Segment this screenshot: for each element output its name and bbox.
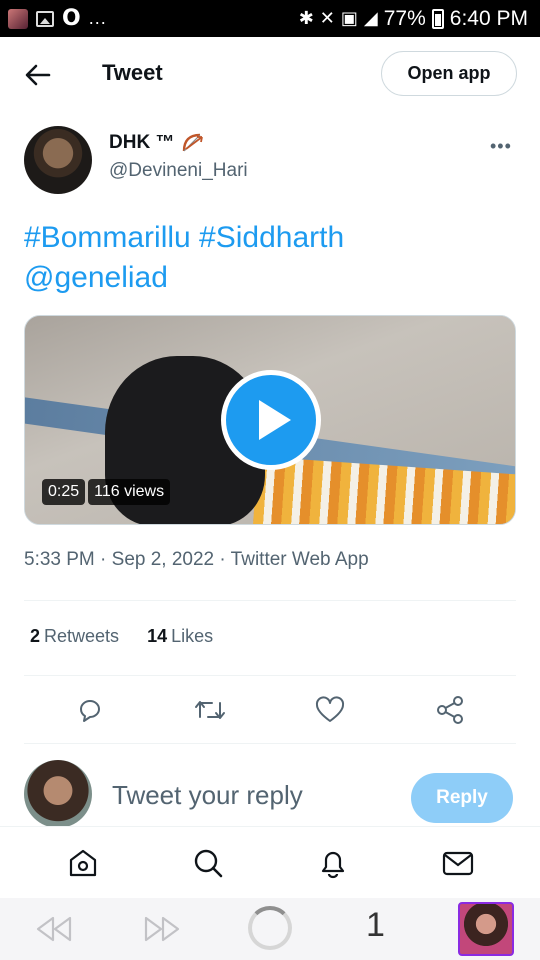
video-views: 116 views [88,479,171,505]
browser-forward-button[interactable] [142,914,182,949]
nfc-icon: ▣ [340,8,358,28]
more-notifications: ... [88,8,107,28]
notification-thumbnail-icon [8,8,28,29]
battery-percent: 77% [383,6,426,30]
heart-icon [315,696,345,722]
video-duration: 0:25 [42,479,86,505]
bluetooth-icon: ✱ [298,8,314,28]
bottom-tab-bar [0,826,540,898]
hashtags-line[interactable]: #Bommarillu #Siddharth [24,218,514,258]
app-header: Tweet Open app [0,37,540,111]
reply-action-button[interactable] [70,690,110,730]
fast-forward-icon [144,916,180,942]
mail-icon [442,851,473,875]
likes-label: Likes [171,626,214,646]
tab-home[interactable] [61,841,105,885]
bell-icon [321,851,344,878]
page-title: Tweet [102,60,163,85]
reply-input[interactable]: Tweet your reply [112,780,303,811]
browser-nav-bar: 1 [0,898,540,960]
divider [24,743,516,744]
tweet-timestamp[interactable]: 5:33 PM · Sep 2, 2022 · Twitter Web App [24,549,369,571]
home-icon [69,849,96,876]
likes-stat[interactable]: 14 Likes [147,626,213,647]
bow-arrow-icon [183,133,204,152]
divider [24,600,516,601]
clock: 6:40 PM [449,6,528,30]
tab-thumbnail[interactable] [458,902,514,956]
retweets-count: 2 [30,626,41,646]
tab-count[interactable]: 1 [366,906,385,945]
rewind-icon [36,916,72,942]
gallery-icon [36,10,54,27]
tab-notifications[interactable] [311,841,355,885]
arrow-left-icon [25,64,51,86]
tweet-stats: 2 Retweets 14 Likes [30,626,213,647]
author-name: DHK ™ [109,132,175,153]
tab-messages[interactable] [436,841,480,885]
mention-link[interactable]: @geneliad [24,258,514,298]
loading-spinner-icon[interactable] [248,906,292,950]
reply-button[interactable]: Reply [411,773,513,823]
likes-count: 14 [147,626,168,646]
search-icon [194,849,222,877]
mute-icon: ✕ [319,8,335,28]
tweet-text: #Bommarillu #Siddharth @geneliad [24,218,514,298]
tweet-actions [30,690,510,730]
more-options-button[interactable]: ••• [490,136,512,157]
retweets-stat[interactable]: 2 Retweets [30,626,119,647]
status-bar: O ... ✱ ✕ ▣ ◢ 77% 6:40 PM [0,0,540,37]
play-button[interactable] [221,370,321,470]
retweet-action-button[interactable] [190,690,230,730]
video-player[interactable]: 0:25 116 views [24,315,516,525]
share-icon [437,696,463,724]
browser-back-button[interactable] [34,914,74,949]
retweet-icon [195,701,225,719]
tab-search[interactable] [186,841,230,885]
opera-icon: O [62,6,81,31]
user-avatar [24,760,92,828]
battery-icon [431,8,444,29]
author-handle[interactable]: @Devineni_Hari [109,160,248,182]
divider [24,675,516,676]
comment-icon [79,700,100,722]
author-avatar[interactable] [24,126,92,194]
author-name-row[interactable]: DHK ™ [109,131,206,155]
like-action-button[interactable] [310,690,350,730]
retweets-label: Retweets [44,626,120,646]
share-action-button[interactable] [430,690,470,730]
back-button[interactable] [22,59,54,91]
open-app-button[interactable]: Open app [381,51,517,96]
signal-icon: ◢ [363,8,378,28]
